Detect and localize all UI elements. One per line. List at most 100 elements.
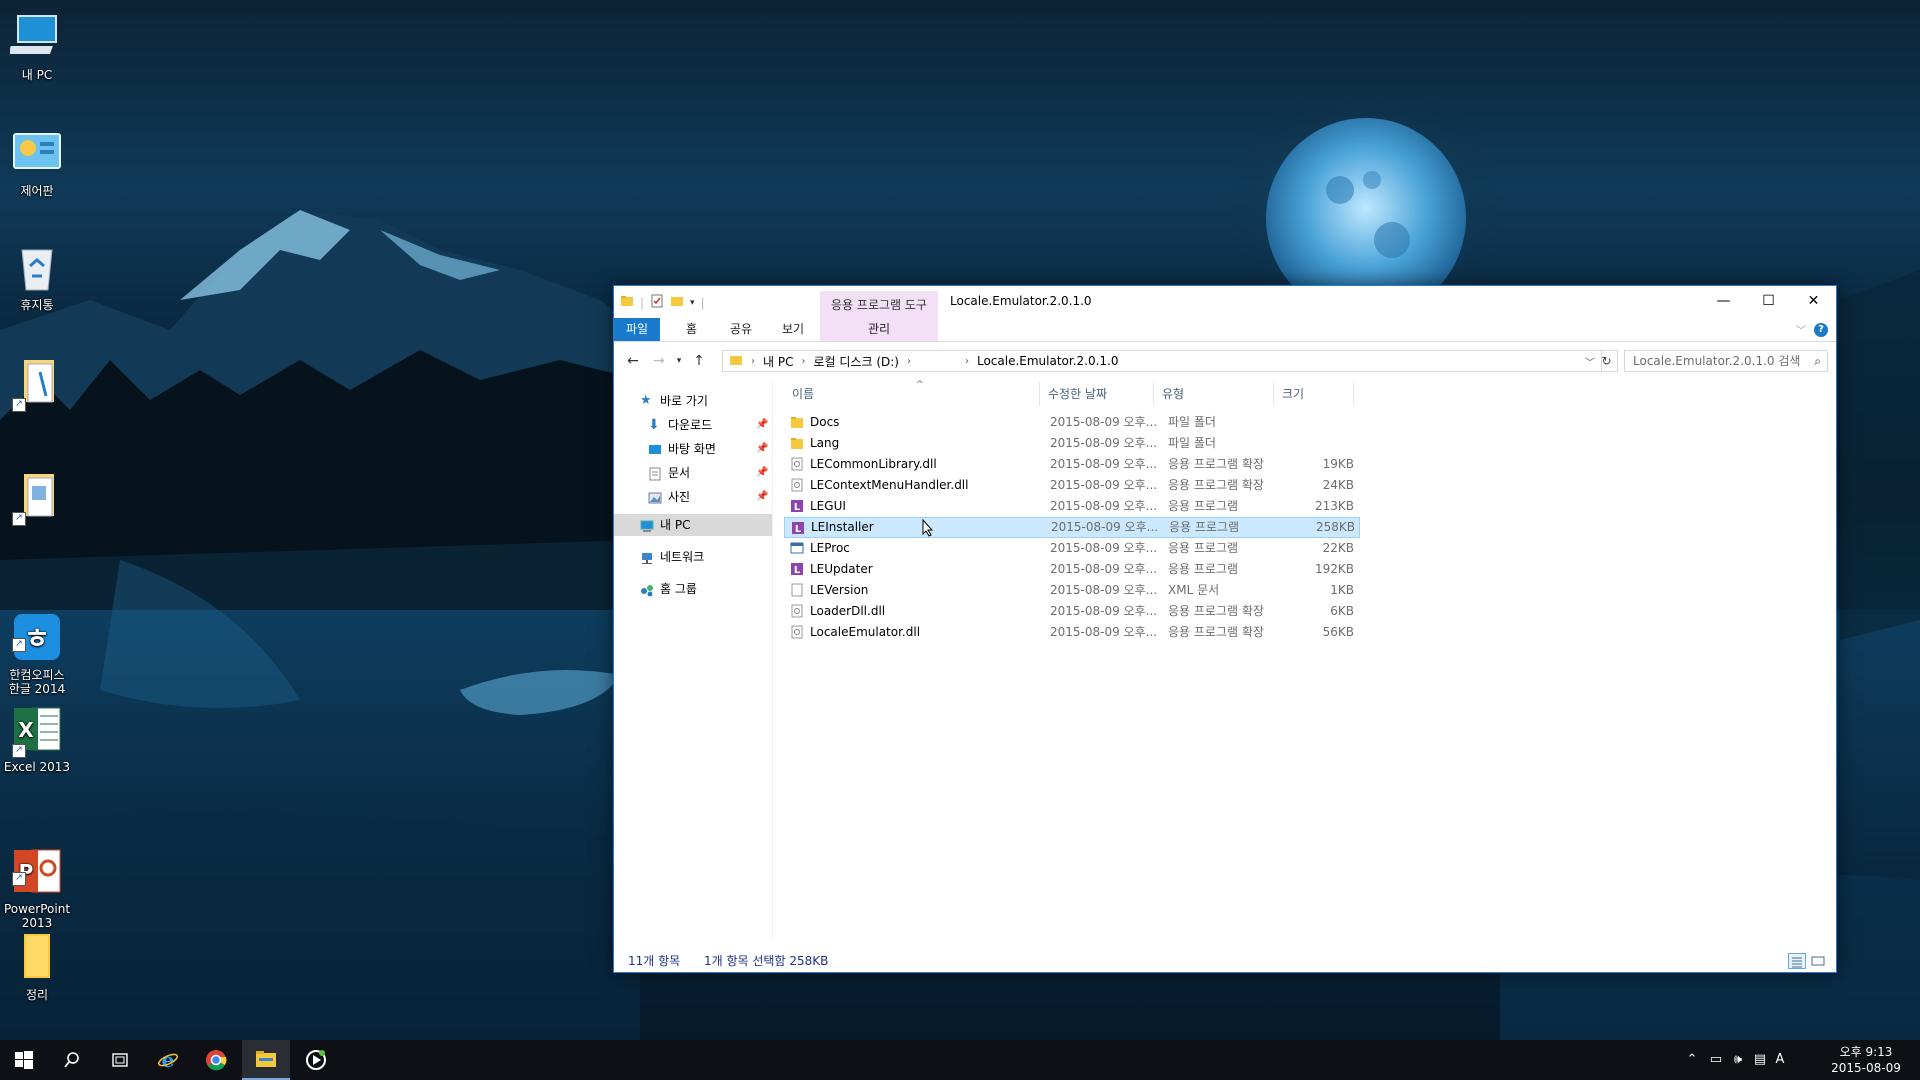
application-icon: L <box>790 499 804 513</box>
shortcut-arrow-icon: ↗ <box>12 638 26 652</box>
taskbar-file-explorer[interactable] <box>242 1040 290 1080</box>
desktop-icon-label: 정리 <box>25 988 49 1002</box>
file-row[interactable]: LECommonLibrary.dll 2015-08-09 오후... 응용 프로… <box>784 454 1360 475</box>
file-row[interactable]: LEProc 2015-08-09 오후... 응용 프로그램 22KB <box>784 538 1360 559</box>
taskbar-internet-explorer[interactable]: e <box>144 1040 192 1080</box>
refresh-icon: ↻ <box>1601 354 1612 368</box>
nav-desktop[interactable]: 바탕 화면 📌 <box>614 438 772 460</box>
desktop-icon-hancom-hangul[interactable]: ㅎ ↗ 한컴오피스 한글 2014 <box>0 582 74 710</box>
refresh-button[interactable]: ↻ <box>1596 350 1618 372</box>
ime-indicator[interactable]: A <box>1772 1052 1788 1068</box>
address-bar[interactable]: › 내 PC › 로컬 디스크 (D:) › › Locale.Emulator… <box>722 350 1602 372</box>
properties-icon[interactable] <box>650 294 664 311</box>
file-row[interactable]: Docs 2015-08-09 오후... 파일 폴더 <box>784 412 1360 433</box>
taskbar-search-button[interactable] <box>48 1040 96 1080</box>
nav-homegroup[interactable]: 홈 그룹 <box>614 578 772 600</box>
customize-qat-icon[interactable]: ▾ <box>690 298 695 308</box>
desktop-icon-recycle-bin[interactable]: 휴지통 <box>0 240 74 312</box>
desktop-icon-excel[interactable]: X ↗ Excel 2013 <box>0 702 74 774</box>
dll-file-icon <box>790 478 804 492</box>
nav-quick-access[interactable]: ★ 바로 가기 <box>614 390 772 412</box>
address-dropdown-icon[interactable]: ﹀ <box>1585 354 1595 369</box>
taskbar-media-player[interactable] <box>292 1040 340 1080</box>
desktop-icon <box>648 442 662 456</box>
ribbon-expand-icon[interactable]: ﹀ <box>1796 322 1806 337</box>
file-type: 파일 폴더 <box>1168 436 1216 450</box>
file-name: LEInstaller <box>811 520 874 534</box>
breadcrumb-current-folder[interactable]: Locale.Emulator.2.0.1.0 <box>977 354 1119 368</box>
search-input[interactable]: Locale.Emulator.2.0.1.0 검색 ⌕ <box>1624 350 1828 372</box>
file-row[interactable]: L LEGUI 2015-08-09 오후... 응용 프로그램 213KB <box>784 496 1360 517</box>
folder-icon[interactable] <box>620 294 634 311</box>
up-button[interactable]: ↑ <box>690 352 708 370</box>
column-header-type[interactable]: 유형 <box>1154 382 1274 406</box>
file-row[interactable]: LocaleEmulator.dll 2015-08-09 오후... 응용 프로그… <box>784 622 1360 643</box>
file-row[interactable]: L LEInstaller 2015-08-09 오후... 응용 프로그램 258KB <box>784 517 1360 538</box>
column-header-name[interactable]: ^ 이름 <box>784 380 1040 406</box>
svg-text:L: L <box>794 565 801 576</box>
breadcrumb-this-pc[interactable]: 내 PC <box>763 353 793 370</box>
volume-icon[interactable]: 🕪 <box>1730 1052 1746 1068</box>
file-type: XML 문서 <box>1168 583 1220 597</box>
start-button[interactable] <box>0 1040 48 1080</box>
new-folder-icon[interactable] <box>670 294 684 311</box>
tab-file[interactable]: 파일 <box>614 318 661 341</box>
file-row[interactable]: LEContextMenuHandler.dll 2015-08-09 오후...… <box>784 475 1360 496</box>
desktop-icon-powerpoint[interactable]: P ↗ PowerPoint 2013 <box>0 816 74 944</box>
folder-icon <box>790 436 804 450</box>
selection-info: 1개 항목 선택함 258KB <box>704 954 829 968</box>
navigation-pane: ★ 바로 가기 ⬇ 다운로드 📌 바탕 화면 📌 문서 📌 사진 📌 내 PC <box>614 382 773 938</box>
nav-label: 홈 그룹 <box>660 582 697 596</box>
hancom-hangul-icon: ㅎ ↗ <box>10 596 64 660</box>
desktop-icon-this-pc[interactable]: 내 PC <box>0 10 74 82</box>
task-view-button[interactable] <box>96 1040 144 1080</box>
column-header-size[interactable]: 크기 <box>1274 382 1354 406</box>
desktop-icon-folder[interactable]: 정리 <box>0 930 74 1002</box>
help-icon[interactable]: ? <box>1814 323 1828 337</box>
desktop-icon-document-shortcut[interactable]: ↗ <box>0 470 74 528</box>
shortcut-arrow-icon: ↗ <box>12 872 26 886</box>
item-count: 11개 항목 <box>628 954 681 968</box>
forward-button[interactable]: → <box>650 352 668 370</box>
minimize-button[interactable]: — <box>1701 286 1746 316</box>
file-size: 258KB <box>1315 520 1355 534</box>
maximize-button[interactable]: ☐ <box>1746 286 1791 316</box>
file-row[interactable]: Lang 2015-08-09 오후... 파일 폴더 <box>784 433 1360 454</box>
file-type: 응용 프로그램 확장 <box>1168 478 1264 492</box>
details-view-icon <box>1792 957 1802 968</box>
column-header-date[interactable]: 수정한 날짜 <box>1040 382 1154 406</box>
nav-network[interactable]: 네트워크 <box>614 546 772 568</box>
file-row[interactable]: LEVersion 2015-08-09 오후... XML 문서 1KB <box>784 580 1360 601</box>
file-date: 2015-08-09 오후... <box>1050 415 1158 429</box>
dll-file-icon <box>790 604 804 618</box>
nav-documents[interactable]: 문서 📌 <box>614 462 772 484</box>
clock[interactable]: 오후 9:13 2015-08-09 <box>1826 1044 1906 1076</box>
close-button[interactable]: ✕ <box>1791 286 1836 316</box>
action-center-icon[interactable]: ▤ <box>1752 1052 1768 1068</box>
file-size: 6KB <box>1330 604 1354 618</box>
tab-manage[interactable]: 관리 <box>820 318 938 341</box>
file-row[interactable]: LoaderDll.dll 2015-08-09 오후... 응용 프로그램 확장 6… <box>784 601 1360 622</box>
tab-view[interactable]: 보기 <box>770 318 816 341</box>
desktop-icon-document-shortcut[interactable]: ↗ <box>0 356 74 414</box>
details-view-button[interactable] <box>1788 953 1806 969</box>
breadcrumb-local-disk[interactable]: 로컬 디스크 (D:) <box>813 353 898 370</box>
recent-locations-button[interactable]: ▾ <box>670 352 688 370</box>
tab-home[interactable]: 홈 <box>674 318 709 341</box>
large-icons-view-button[interactable] <box>1810 953 1828 969</box>
file-list: ^ 이름 수정한 날짜 유형 크기 Docs 2015-08-09 오후... 파일… <box>784 380 1828 938</box>
file-date: 2015-08-09 오후... <box>1050 436 1158 450</box>
network-status-icon[interactable]: ▭ <box>1708 1052 1724 1068</box>
tab-share[interactable]: 공유 <box>718 318 764 341</box>
desktop-icon-control-panel[interactable]: 제어판 <box>0 126 74 198</box>
chrome-icon <box>206 1050 227 1071</box>
nav-pictures[interactable]: 사진 📌 <box>614 486 772 508</box>
document-shortcut-icon: ↗ <box>10 470 64 526</box>
back-button[interactable]: ← <box>624 352 642 370</box>
nav-label: 다운로드 <box>668 418 713 432</box>
nav-this-pc[interactable]: 내 PC <box>614 514 772 536</box>
nav-downloads[interactable]: ⬇ 다운로드 📌 <box>614 414 772 436</box>
taskbar-chrome[interactable] <box>192 1040 240 1080</box>
file-row[interactable]: L LEUpdater 2015-08-09 오후... 응용 프로그램 192KB <box>784 559 1360 580</box>
show-hidden-icons-button[interactable]: ⌃ <box>1684 1052 1700 1068</box>
